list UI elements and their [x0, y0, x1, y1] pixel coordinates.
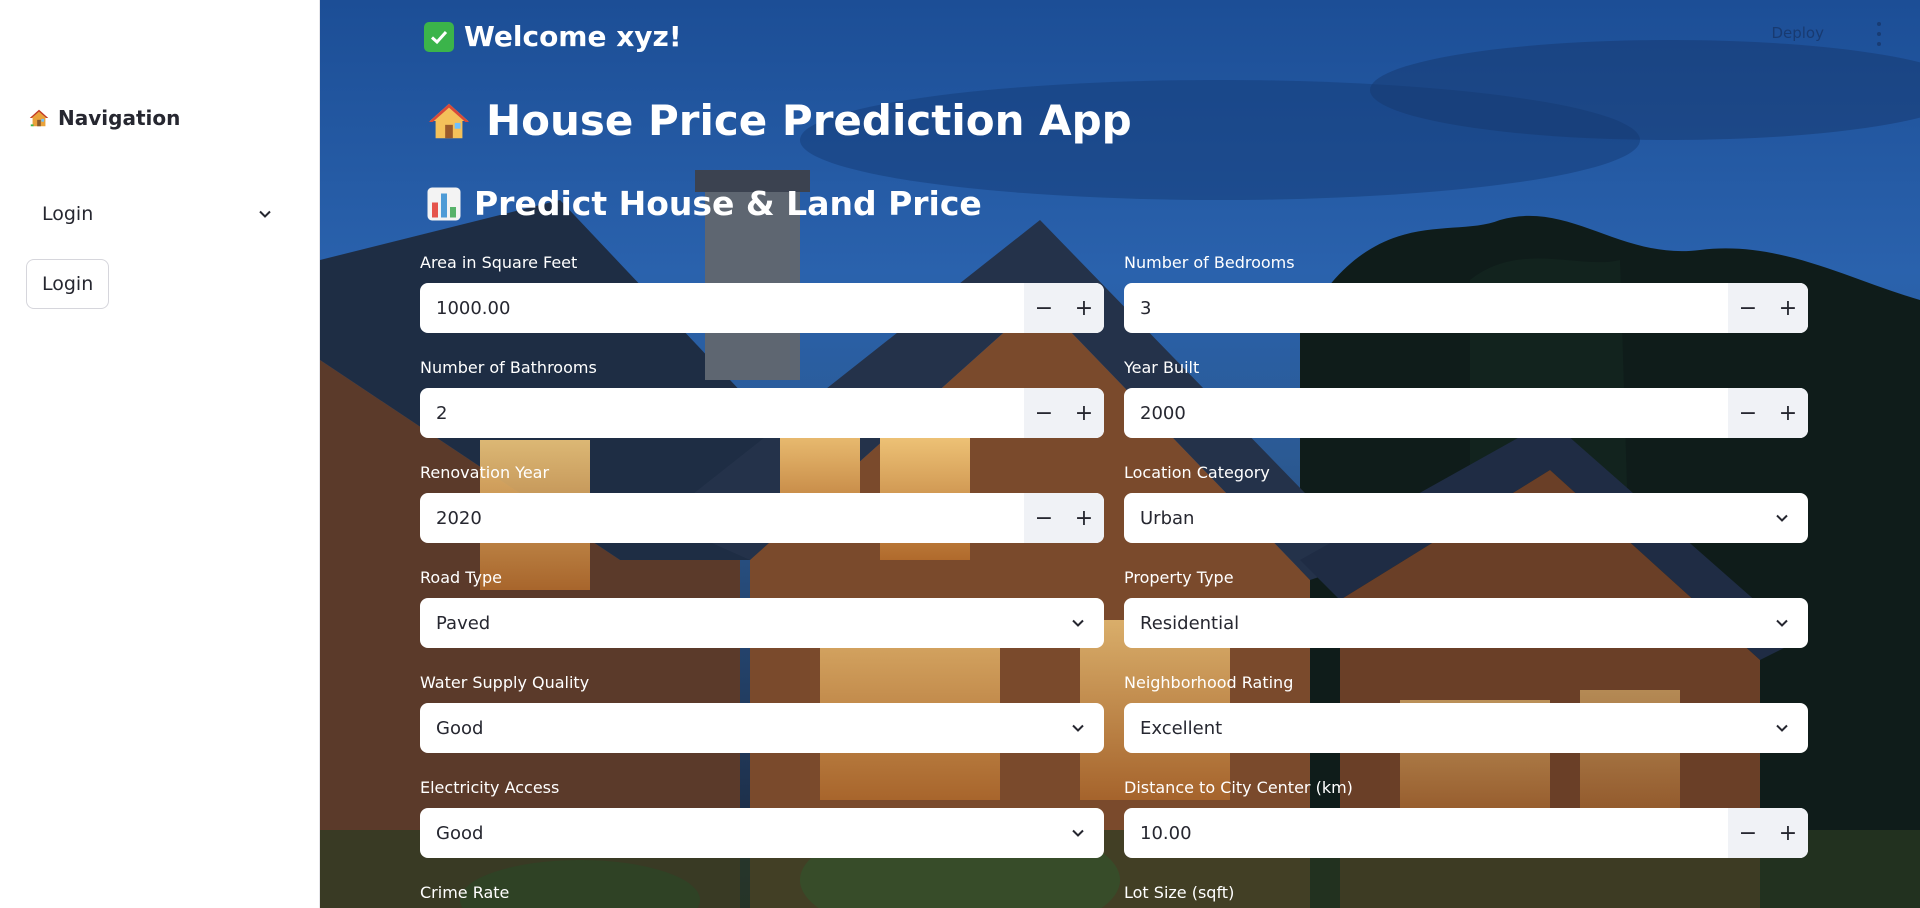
chevron-down-icon: [1072, 829, 1084, 837]
increment-button[interactable]: +: [1064, 283, 1104, 333]
bathrooms-number-input: − +: [420, 388, 1104, 438]
bathrooms-stepper: − +: [1024, 388, 1104, 438]
bedrooms-number-input: − +: [1124, 283, 1808, 333]
neighborhood-rating-value: Excellent: [1140, 717, 1223, 739]
property-type-select[interactable]: Residential: [1124, 598, 1808, 648]
water-supply-value: Good: [436, 717, 484, 739]
decrement-button[interactable]: −: [1728, 283, 1768, 333]
increment-button[interactable]: +: [1064, 493, 1104, 543]
electricity-access-label: Electricity Access: [420, 778, 560, 797]
location-category-value: Urban: [1140, 507, 1195, 529]
area-stepper: − +: [1024, 283, 1104, 333]
lot-size-label: Lot Size (sqft): [1124, 883, 1235, 902]
welcome-message: Welcome xyz!: [424, 20, 682, 53]
decrement-button[interactable]: −: [1024, 388, 1064, 438]
chevron-down-icon: [1072, 724, 1084, 732]
page-title-text: House Price Prediction App: [486, 96, 1132, 145]
page-select-value: Login: [42, 203, 94, 225]
water-supply-select[interactable]: Good: [420, 703, 1104, 753]
chevron-down-icon: [259, 210, 271, 218]
bathrooms-input[interactable]: [420, 388, 1024, 438]
year-built-number-input: − +: [1124, 388, 1808, 438]
check-icon: [424, 21, 454, 52]
distance-city-center-label: Distance to City Center (km): [1124, 778, 1353, 797]
welcome-text: Welcome xyz!: [464, 20, 682, 53]
location-category-label: Location Category: [1124, 463, 1270, 482]
page-select[interactable]: Login: [26, 194, 282, 234]
sidebar: Navigation Login Login: [0, 0, 320, 908]
more-menu-icon[interactable]: [1874, 22, 1884, 46]
section-title-text: Predict House & Land Price: [474, 184, 982, 223]
bedrooms-label: Number of Bedrooms: [1124, 253, 1295, 272]
year-built-stepper: − +: [1728, 388, 1808, 438]
increment-button[interactable]: +: [1768, 388, 1808, 438]
area-label: Area in Square Feet: [420, 253, 578, 272]
neighborhood-rating-select[interactable]: Excellent: [1124, 703, 1808, 753]
distance-city-center-input[interactable]: [1124, 808, 1728, 858]
decrement-button[interactable]: −: [1024, 283, 1064, 333]
area-input[interactable]: [420, 283, 1024, 333]
bathrooms-label: Number of Bathrooms: [420, 358, 597, 377]
electricity-access-select[interactable]: Good: [420, 808, 1104, 858]
bedrooms-stepper: − +: [1728, 283, 1808, 333]
sidebar-title-text: Navigation: [58, 106, 181, 130]
year-built-label: Year Built: [1124, 358, 1200, 377]
increment-button[interactable]: +: [1064, 388, 1104, 438]
property-type-label: Property Type: [1124, 568, 1234, 587]
login-button[interactable]: Login: [26, 259, 110, 309]
sidebar-title: Navigation: [28, 106, 180, 130]
house-icon: [428, 103, 470, 138]
increment-button[interactable]: +: [1768, 808, 1808, 858]
house-icon: [29, 109, 49, 127]
neighborhood-rating-label: Neighborhood Rating: [1124, 673, 1294, 692]
road-type-label: Road Type: [420, 568, 502, 587]
bedrooms-input[interactable]: [1124, 283, 1728, 333]
renovation-year-number-input: − +: [420, 493, 1104, 543]
main-area: Deploy Welcome xyz! House Price Predicti…: [320, 0, 1920, 908]
renovation-year-stepper: − +: [1024, 493, 1104, 543]
road-type-value: Paved: [436, 612, 491, 634]
chevron-down-icon: [1776, 724, 1788, 732]
renovation-year-label: Renovation Year: [420, 463, 550, 482]
area-number-input: − +: [420, 283, 1104, 333]
app-root: Navigation Login Login Deploy Welcome xy…: [0, 0, 1920, 908]
section-title: Predict House & Land Price: [426, 184, 982, 223]
deploy-button[interactable]: Deploy: [1771, 24, 1824, 42]
renovation-year-input[interactable]: [420, 493, 1024, 543]
distance-city-center-stepper: − +: [1728, 808, 1808, 858]
property-type-value: Residential: [1140, 612, 1240, 634]
decrement-button[interactable]: −: [1728, 388, 1768, 438]
chevron-down-icon: [1776, 619, 1788, 627]
chevron-down-icon: [1072, 619, 1084, 627]
chevron-down-icon: [1776, 514, 1788, 522]
water-supply-label: Water Supply Quality: [420, 673, 590, 692]
increment-button[interactable]: +: [1768, 283, 1808, 333]
road-type-select[interactable]: Paved: [420, 598, 1104, 648]
distance-city-center-number-input: − +: [1124, 808, 1808, 858]
electricity-access-value: Good: [436, 822, 484, 844]
decrement-button[interactable]: −: [1728, 808, 1768, 858]
year-built-input[interactable]: [1124, 388, 1728, 438]
crime-rate-label: Crime Rate: [420, 883, 510, 902]
decrement-button[interactable]: −: [1024, 493, 1064, 543]
page-title: House Price Prediction App: [426, 96, 1132, 145]
chart-icon: [427, 187, 461, 220]
location-category-select[interactable]: Urban: [1124, 493, 1808, 543]
